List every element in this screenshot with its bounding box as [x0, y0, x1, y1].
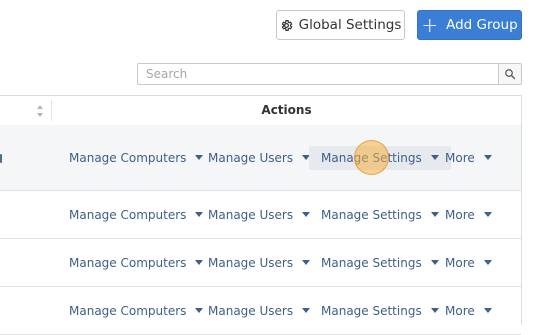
search-bar — [137, 63, 522, 85]
more-dropdown[interactable]: More — [445, 256, 492, 270]
caret-down-icon — [302, 260, 311, 265]
caret-down-icon — [302, 212, 311, 217]
caret-down-icon — [302, 308, 311, 313]
manage-settings-dropdown[interactable]: Manage Settings — [309, 145, 451, 170]
manage-computers-label: Manage Computers — [69, 150, 187, 165]
global-settings-label: Global Settings — [298, 17, 402, 33]
caret-down-icon — [195, 260, 204, 265]
search-button[interactable] — [498, 63, 522, 85]
manage-users-label: Manage Users — [208, 255, 294, 270]
caret-down-icon — [483, 308, 492, 313]
add-group-button[interactable]: + Add Group — [417, 10, 522, 40]
manage-users-dropdown[interactable]: Manage Users — [208, 150, 311, 165]
gear-icon — [280, 19, 293, 32]
more-label: More — [445, 150, 475, 165]
caret-down-icon — [430, 212, 439, 217]
search-input[interactable] — [137, 63, 498, 85]
add-group-label: Add Group — [446, 17, 518, 33]
sort-icon[interactable] — [36, 103, 44, 117]
manage-users-dropdown[interactable]: Manage Users — [208, 255, 311, 270]
manage-settings-dropdown[interactable]: Manage Settings — [321, 208, 439, 222]
manage-computers-dropdown[interactable]: Manage Computers — [69, 303, 204, 318]
manage-users-label: Manage Users — [208, 303, 294, 318]
manage-settings-label: Manage Settings — [321, 150, 422, 165]
more-label: More — [445, 303, 475, 318]
caret-down-icon — [483, 260, 492, 265]
table-row: Manage Computers Manage Users Manage Set… — [0, 239, 521, 287]
manage-computers-label: Manage Computers — [69, 303, 187, 318]
manage-settings-label: Manage Settings — [321, 303, 422, 318]
caret-down-icon — [195, 308, 204, 313]
search-icon — [504, 68, 516, 80]
row-text-fragment — [0, 153, 2, 163]
manage-settings-dropdown[interactable]: Manage Settings — [321, 304, 439, 318]
table-row: Manage Computers Manage Users Manage Set… — [0, 125, 521, 191]
global-settings-button[interactable]: Global Settings — [276, 10, 405, 40]
manage-users-label: Manage Users — [208, 150, 294, 165]
caret-down-icon — [195, 155, 204, 160]
caret-down-icon — [430, 308, 439, 313]
manage-settings-label: Manage Settings — [321, 255, 422, 270]
plus-icon: + — [421, 13, 439, 37]
caret-down-icon — [430, 260, 439, 265]
manage-computers-label: Manage Computers — [69, 255, 187, 270]
manage-computers-label: Manage Computers — [69, 207, 187, 222]
manage-computers-dropdown[interactable]: Manage Computers — [69, 207, 204, 222]
manage-users-dropdown[interactable]: Manage Users — [208, 303, 311, 318]
more-label: More — [445, 255, 475, 270]
table-row: Manage Computers Manage Users Manage Set… — [0, 191, 521, 239]
more-dropdown[interactable]: More — [445, 151, 492, 165]
actions-column-header: Actions — [261, 103, 312, 117]
caret-down-icon — [195, 212, 204, 217]
manage-settings-label: Manage Settings — [321, 207, 422, 222]
more-label: More — [445, 207, 475, 222]
table-row: Manage Computers Manage Users Manage Set… — [0, 287, 521, 335]
more-dropdown[interactable]: More — [445, 304, 492, 318]
caret-down-icon — [430, 155, 439, 160]
caret-down-icon — [483, 155, 492, 160]
manage-users-dropdown[interactable]: Manage Users — [208, 207, 311, 222]
manage-computers-dropdown[interactable]: Manage Computers — [69, 150, 204, 165]
more-dropdown[interactable]: More — [445, 208, 492, 222]
manage-settings-dropdown[interactable]: Manage Settings — [321, 256, 439, 270]
groups-table: Actions Manage Computers Manage Users Ma… — [0, 95, 522, 335]
manage-computers-dropdown[interactable]: Manage Computers — [69, 255, 204, 270]
caret-down-icon — [483, 212, 492, 217]
manage-users-label: Manage Users — [208, 207, 294, 222]
table-header: Actions — [0, 96, 521, 126]
